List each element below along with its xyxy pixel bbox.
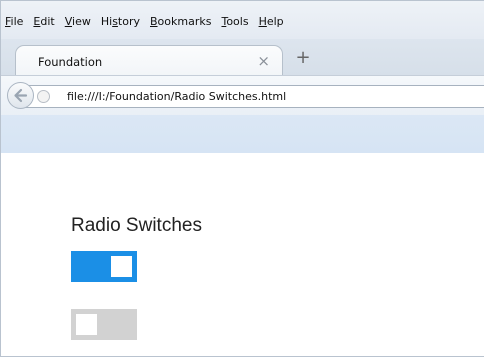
radio-switch-off[interactable] [71, 309, 137, 340]
back-arrow-icon [14, 88, 28, 103]
menu-tools[interactable]: Tools [221, 15, 248, 28]
url-bar[interactable]: file:///I:/Foundation/Radio Switches.htm… [23, 85, 484, 108]
menu-view[interactable]: View [65, 15, 91, 28]
tab-foundation[interactable]: Foundation × [15, 45, 283, 76]
close-icon[interactable]: × [257, 52, 270, 70]
page-heading: Radio Switches [71, 215, 202, 236]
back-button[interactable] [7, 82, 34, 109]
menu-bookmarks[interactable]: Bookmarks [150, 15, 211, 28]
tab-strip: Foundation × + [1, 39, 484, 76]
menu-edit[interactable]: Edit [33, 15, 54, 28]
new-tab-button[interactable]: + [287, 47, 319, 71]
tab-title: Foundation [38, 55, 103, 69]
url-text: file:///I:/Foundation/Radio Switches.htm… [67, 90, 287, 103]
site-identity-icon[interactable] [37, 90, 50, 103]
page-content: Radio Switches [1, 153, 484, 356]
menu-file[interactable]: File [5, 15, 23, 28]
browser-window: File Edit View History Bookmarks Tools H… [0, 0, 484, 357]
bookmarks-toolbar [1, 115, 484, 154]
navigation-toolbar: file:///I:/Foundation/Radio Switches.htm… [1, 75, 484, 116]
radio-switch-on[interactable] [71, 251, 137, 282]
switch-knob [76, 314, 97, 335]
switch-knob [111, 256, 132, 277]
menu-bar: File Edit View History Bookmarks Tools H… [1, 1, 484, 39]
menu-history[interactable]: History [101, 15, 140, 28]
menu-help[interactable]: Help [259, 15, 284, 28]
